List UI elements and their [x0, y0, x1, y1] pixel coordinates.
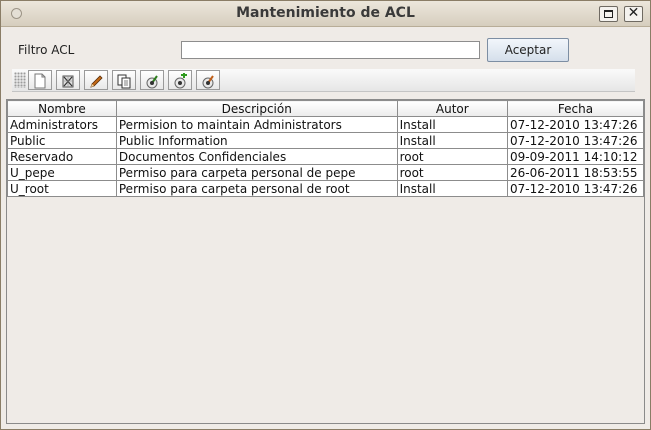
add-user-button[interactable]	[168, 70, 192, 90]
cell-autor[interactable]: root	[396, 164, 509, 181]
remove-user-icon	[202, 75, 214, 89]
table-row[interactable]: Administrators Permision to maintain Adm…	[7, 116, 644, 133]
cell-autor[interactable]: Install	[396, 132, 509, 149]
cell-descripcion[interactable]: Public Information	[115, 132, 398, 149]
cell-fecha[interactable]: 07-12-2010 13:47:26	[507, 132, 644, 149]
cell-fecha[interactable]: 26-06-2011 18:53:55	[507, 164, 644, 181]
cell-nombre[interactable]: Reservado	[7, 148, 117, 165]
cell-fecha[interactable]: 07-12-2010 13:47:26	[507, 180, 644, 197]
acl-window: Mantenimiento de ACL ✕ Filtro ACL Acepta…	[0, 0, 651, 430]
edit-pencil-icon	[90, 75, 103, 88]
cell-descripcion[interactable]: Permiso para carpeta personal de pepe	[115, 164, 398, 181]
table-header-row: Nombre Descripción Autor Fecha	[7, 100, 644, 117]
remove-user-button[interactable]	[196, 70, 220, 90]
title-bar[interactable]: Mantenimiento de ACL ✕	[1, 1, 650, 27]
edit-button[interactable]	[84, 70, 108, 90]
close-button[interactable]: ✕	[624, 5, 643, 22]
cell-fecha[interactable]: 09-09-2011 14:10:12	[507, 148, 644, 165]
cell-descripcion[interactable]: Documentos Confidenciales	[115, 148, 398, 165]
close-icon: ✕	[627, 5, 640, 21]
acl-table: Nombre Descripción Autor Fecha Administr…	[7, 100, 644, 197]
column-header-descripcion[interactable]: Descripción	[115, 100, 398, 117]
cell-nombre[interactable]: Administrators	[7, 116, 117, 133]
assign-user-icon	[146, 75, 158, 89]
new-document-icon	[34, 73, 46, 89]
cell-autor[interactable]: root	[396, 148, 509, 165]
toolbar-grip[interactable]	[14, 72, 26, 88]
cell-autor[interactable]: Install	[396, 180, 509, 197]
assign-user-button[interactable]	[140, 70, 164, 90]
new-button[interactable]	[28, 70, 52, 90]
cell-fecha[interactable]: 07-12-2010 13:47:26	[507, 116, 644, 133]
filter-input[interactable]	[181, 41, 480, 59]
delete-icon	[62, 75, 74, 88]
accept-button[interactable]: Aceptar	[487, 38, 569, 62]
cell-descripcion[interactable]: Permision to maintain Administrators	[115, 116, 398, 133]
cell-descripcion[interactable]: Permiso para carpeta personal de root	[115, 180, 398, 197]
column-header-nombre[interactable]: Nombre	[7, 100, 117, 117]
maximize-icon	[604, 10, 613, 18]
copy-button[interactable]	[112, 70, 136, 90]
cell-nombre[interactable]: U_pepe	[7, 164, 117, 181]
acl-table-area: Nombre Descripción Autor Fecha Administr…	[6, 99, 645, 424]
copy-icon	[117, 74, 131, 89]
table-row[interactable]: U_pepe Permiso para carpeta personal de …	[7, 164, 644, 181]
table-row[interactable]: Public Public Information Install 07-12-…	[7, 132, 644, 149]
maximize-button[interactable]	[599, 6, 618, 22]
toolbar	[12, 69, 635, 92]
cell-autor[interactable]: Install	[396, 116, 509, 133]
cell-nombre[interactable]: U_root	[7, 180, 117, 197]
filter-label: Filtro ACL	[18, 43, 75, 57]
column-header-autor[interactable]: Autor	[396, 100, 509, 117]
cell-nombre[interactable]: Public	[7, 132, 117, 149]
delete-button[interactable]	[56, 70, 80, 90]
window-title: Mantenimiento de ACL	[236, 5, 415, 21]
column-header-fecha[interactable]: Fecha	[507, 100, 644, 117]
table-row[interactable]: Reservado Documentos Confidenciales root…	[7, 148, 644, 165]
table-row[interactable]: U_root Permiso para carpeta personal de …	[7, 180, 644, 197]
add-user-icon	[174, 73, 187, 89]
